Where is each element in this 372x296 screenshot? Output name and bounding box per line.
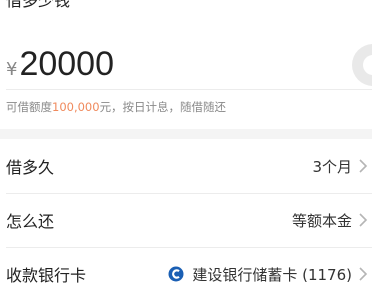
row-value-group: 建设银行储蓄卡 (1176)	[168, 264, 368, 285]
limit-hint: 可借额度100,000元，按日计息，随借随还	[6, 99, 226, 115]
row-label: 收款银行卡	[6, 266, 87, 285]
amount-row: ¥	[6, 42, 250, 86]
section-gap	[0, 129, 372, 139]
row-value-group: 等额本金	[292, 210, 368, 231]
row-loan-term[interactable]: 借多久 3个月	[0, 139, 372, 193]
section-title: 借多少钱	[6, 0, 71, 10]
row-label: 借多久	[6, 158, 55, 177]
chevron-right-icon	[358, 158, 368, 174]
clear-icon[interactable]	[352, 44, 372, 86]
row-value: 等额本金	[291, 211, 352, 230]
row-value-group: 3个月	[312, 156, 368, 177]
divider	[6, 89, 372, 90]
limit-amount: 100,000	[52, 100, 100, 114]
hint-prefix: 可借额度	[6, 100, 52, 114]
hint-suffix: 元，按日计息，随借随还	[99, 100, 227, 114]
bank-logo-icon	[168, 266, 184, 282]
amount-section: 借多少钱 ¥ 可借额度100,000元，按日计息，随借随还	[0, 0, 372, 129]
chevron-right-icon	[358, 266, 368, 282]
chevron-right-icon	[358, 212, 368, 228]
row-label: 怎么还	[6, 212, 55, 231]
row-bank-card[interactable]: 收款银行卡 建设银行储蓄卡 (1176)	[0, 247, 372, 296]
row-repayment-method[interactable]: 怎么还 等额本金	[0, 193, 372, 247]
row-value: 3个月	[312, 157, 352, 176]
currency-symbol: ¥	[6, 58, 18, 80]
amount-input[interactable]	[19, 42, 250, 86]
loan-page: 借多少钱 ¥ 可借额度100,000元，按日计息，随借随还 借多久 3个月 怎么…	[0, 0, 372, 296]
row-value: 建设银行储蓄卡 (1176)	[192, 265, 352, 284]
options-list: 借多久 3个月 怎么还 等额本金 收款银行卡 建设银行储蓄卡 (1176)	[0, 139, 372, 296]
